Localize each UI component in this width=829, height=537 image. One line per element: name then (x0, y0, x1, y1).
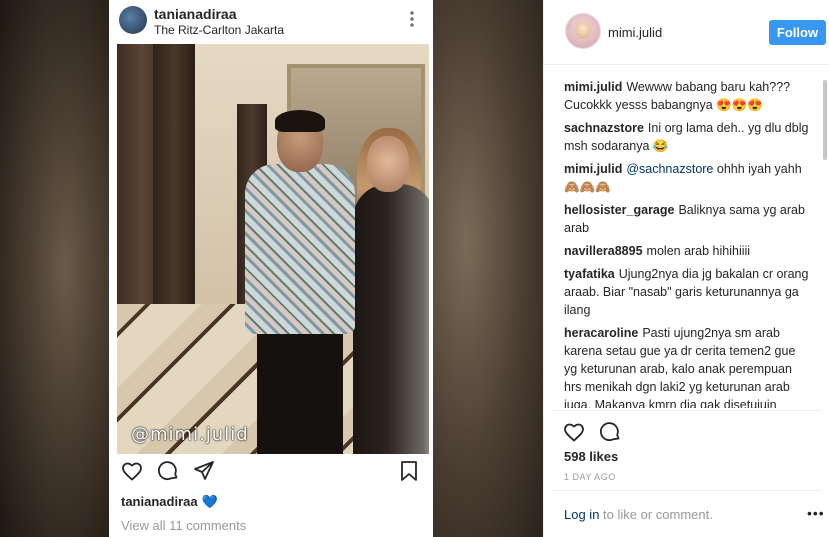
comment-mention[interactable]: @sachnazstore (626, 162, 713, 176)
divider (552, 410, 822, 411)
list-item: sachnazstore Ini org lama deh.. yg dlu db… (564, 119, 809, 155)
watermark-text: @mimi.julid (131, 424, 249, 445)
post-username[interactable]: tanianadiraa (154, 6, 236, 22)
panel-header: mimi.julid Follow (544, 0, 829, 65)
panel-username[interactable]: mimi.julid (608, 25, 662, 40)
post-photo[interactable]: @mimi.julid (117, 44, 429, 454)
heart-icon[interactable] (562, 420, 586, 444)
list-item: heracaroline Pasti ujung2nya sm arab kare… (564, 324, 809, 408)
post-date[interactable]: 1 DAY AGO (564, 472, 616, 482)
post-header: tanianadiraa The Ritz-Carlton Jakarta (109, 0, 433, 44)
photo-person-hair (275, 110, 325, 132)
photo-person-man (245, 164, 355, 334)
blue-heart-icon: 💙 (201, 494, 218, 509)
background-blur-middle (433, 0, 543, 537)
photo-person-woman (353, 184, 429, 454)
comment-text: molen arab hihihiiii (646, 244, 751, 258)
share-icon[interactable] (192, 459, 216, 483)
list-item: tyafatika Ujung2nya dia jg bakalan cr ora… (564, 265, 809, 319)
background-blur-left (0, 0, 109, 537)
photo-person-legs (257, 330, 343, 454)
scrollbar[interactable] (823, 80, 827, 160)
comment-username[interactable]: mimi.julid (564, 162, 622, 176)
post-location[interactable]: The Ritz-Carlton Jakarta (154, 23, 284, 37)
comment-username[interactable]: sachnazstore (564, 121, 644, 135)
list-item: hellosister_garage Baliknya sama yg arab … (564, 201, 809, 237)
caption: tanianadiraa 💙 (121, 494, 218, 510)
comment-username[interactable]: hellosister_garage (564, 203, 674, 217)
view-all-comments-link[interactable]: View all 11 comments (121, 518, 246, 533)
comment-username[interactable]: heracaroline (564, 326, 638, 340)
comment-icon[interactable] (156, 459, 180, 483)
photo-pillar (153, 44, 195, 304)
login-prompt: Log in to like or comment. (564, 507, 713, 522)
heart-icon[interactable] (120, 459, 144, 483)
list-item: mimi.julid Wewww babang baru kah??? Cucok… (564, 78, 809, 114)
comment-list[interactable]: mimi.julid Wewww babang baru kah??? Cucok… (564, 78, 809, 408)
post-card: tanianadiraa The Ritz-Carlton Jakarta @m… (109, 0, 433, 537)
follow-button[interactable]: Follow (769, 20, 826, 45)
login-link[interactable]: Log in (564, 507, 599, 522)
bookmark-icon[interactable] (397, 459, 421, 483)
avatar[interactable] (566, 14, 600, 48)
more-options-icon[interactable]: ••• (807, 505, 825, 521)
comment-icon[interactable] (598, 420, 622, 444)
divider (552, 490, 822, 491)
login-prompt-text: to like or comment. (599, 507, 713, 522)
avatar[interactable] (119, 6, 147, 34)
photo-person-face (367, 136, 409, 192)
list-item: navillera8895 molen arab hihihiiii (564, 242, 809, 260)
likes-count[interactable]: 598 likes (564, 449, 618, 464)
comment-username[interactable]: navillera8895 (564, 244, 643, 258)
comment-username[interactable]: mimi.julid (564, 80, 622, 94)
ellipsis-vertical-icon[interactable] (409, 10, 415, 31)
comments-panel: mimi.julid Follow mimi.julid Wewww babang… (543, 0, 829, 537)
comment-username[interactable]: tyafatika (564, 267, 615, 281)
list-item: mimi.julid @sachnazstore ohhh iyah yahh 🙈… (564, 160, 809, 196)
caption-username[interactable]: tanianadiraa (121, 494, 198, 509)
